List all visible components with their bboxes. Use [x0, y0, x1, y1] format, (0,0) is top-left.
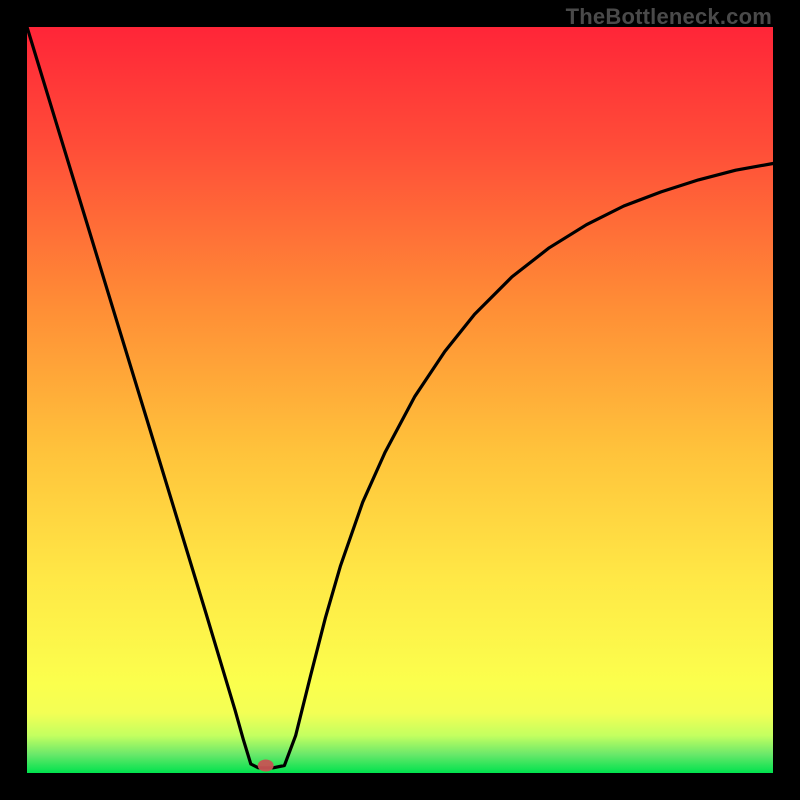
watermark-text: TheBottleneck.com	[566, 4, 772, 30]
chart-root: { "watermark": "TheBottleneck.com", "col…	[0, 0, 800, 800]
plot-frame: TheBottleneck.com	[0, 0, 800, 800]
plot-background-gradient	[27, 27, 773, 773]
